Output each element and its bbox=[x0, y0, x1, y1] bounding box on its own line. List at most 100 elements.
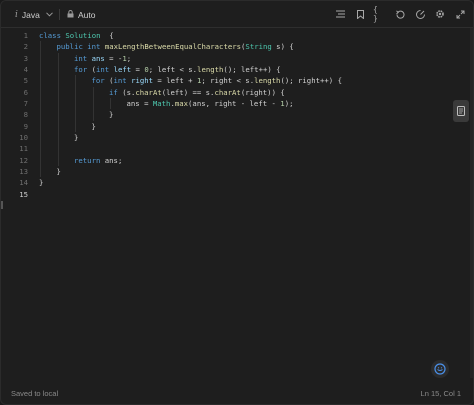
code-token: ; bbox=[126, 53, 132, 63]
indent-guide bbox=[57, 75, 59, 87]
code-line[interactable]: 12 return ans; bbox=[1, 154, 473, 167]
line-number: 9 bbox=[23, 121, 28, 131]
line-number: 3 bbox=[23, 53, 28, 63]
indent-guide bbox=[40, 41, 41, 53]
code-token: Math bbox=[152, 99, 171, 109]
code-token: (s. bbox=[122, 87, 136, 97]
code-token: right bbox=[131, 76, 154, 86]
code-token: left bbox=[113, 65, 132, 75]
indent-guide bbox=[40, 166, 41, 178]
code-area[interactable]: 1 class Solution {2 public int maxLengthBe… bbox=[1, 30, 473, 380]
code-token: for bbox=[74, 65, 92, 75]
line-number: 12 bbox=[19, 155, 28, 165]
code-token: } bbox=[109, 110, 114, 120]
braces-icon[interactable]: { } bbox=[373, 5, 387, 23]
code-text: } bbox=[74, 132, 78, 143]
code-token: length bbox=[254, 76, 281, 86]
indent-guide bbox=[57, 143, 59, 155]
indent-guide bbox=[92, 109, 94, 121]
code-line[interactable]: 8} bbox=[1, 109, 473, 121]
code-token: s) { bbox=[271, 42, 294, 52]
reset-icon[interactable] bbox=[393, 6, 407, 22]
chat-icon[interactable] bbox=[431, 360, 449, 378]
format-icon[interactable] bbox=[333, 6, 347, 22]
indent-guide bbox=[57, 132, 59, 144]
line-number: 4 bbox=[23, 65, 28, 75]
line-number: 15 bbox=[19, 189, 28, 199]
code-token: ans; bbox=[104, 155, 123, 165]
code-line[interactable]: 7 ans = Math.max(ans, right - left - 1); bbox=[1, 98, 473, 110]
code-token: (right)) { bbox=[240, 87, 285, 97]
line-number: 1 bbox=[23, 31, 28, 40]
code-token: length bbox=[197, 65, 224, 75]
indent-guide bbox=[40, 86, 41, 99]
line-number: 11 bbox=[19, 144, 28, 154]
indent-guide bbox=[40, 154, 41, 167]
indent-guide bbox=[40, 143, 41, 155]
code-text: } bbox=[39, 177, 43, 188]
code-line[interactable]: 3 int ans = -1; bbox=[1, 52, 473, 65]
code-token: ; right < s. bbox=[201, 76, 255, 86]
code-token: public int bbox=[56, 42, 105, 52]
scrollbar-track[interactable] bbox=[470, 28, 473, 378]
code-token: (left) == s. bbox=[161, 87, 215, 97]
indent-guide bbox=[57, 52, 59, 65]
language-select[interactable]: i Java bbox=[15, 7, 53, 22]
settings-icon[interactable] bbox=[433, 6, 447, 22]
line-number: 10 bbox=[19, 133, 28, 143]
code-line[interactable]: 13} bbox=[1, 166, 473, 178]
indent-guide bbox=[57, 120, 59, 133]
code-token: charAt bbox=[135, 87, 162, 97]
code-token: ans bbox=[91, 53, 105, 63]
code-token: (ans, right - left - bbox=[188, 99, 281, 109]
code-text: public int maxLengthBetweenEqualCharacte… bbox=[57, 41, 294, 52]
mode-select[interactable]: Auto bbox=[67, 7, 96, 22]
code-line[interactable]: 11 bbox=[1, 143, 473, 155]
line-number: 14 bbox=[19, 178, 28, 188]
code-token: = - bbox=[104, 53, 123, 63]
indent-guide bbox=[40, 98, 41, 110]
indent-guide bbox=[57, 86, 59, 99]
resize-handle[interactable] bbox=[1, 201, 3, 209]
code-line[interactable]: 2 public int maxLengthBetweenEqualCharact… bbox=[1, 41, 473, 53]
editor-toolbar: i Java Auto { } bbox=[1, 1, 473, 28]
code-token: } bbox=[39, 178, 44, 188]
code-editor[interactable]: i Java Auto { } 1 class Solution {2 pub… bbox=[0, 0, 474, 405]
code-token: Solution bbox=[65, 31, 101, 40]
code-line[interactable]: 4 for (int left = 0; left < s.length(); l… bbox=[1, 64, 473, 76]
code-token: maxLengthBetweenEqualCharacters bbox=[104, 42, 242, 52]
indent-guide bbox=[110, 98, 111, 110]
cursor-position[interactable]: Ln 15, Col 1 bbox=[421, 389, 461, 398]
code-line[interactable]: 14} bbox=[1, 177, 473, 188]
language-label: Java bbox=[21, 9, 40, 20]
bookmark-icon[interactable] bbox=[353, 6, 367, 22]
indent-guide bbox=[57, 109, 59, 121]
code-token: String bbox=[245, 42, 272, 52]
indent-guide bbox=[40, 75, 41, 87]
code-text: class Solution { bbox=[39, 30, 114, 41]
code-token: class bbox=[39, 31, 66, 40]
expand-icon[interactable] bbox=[453, 6, 467, 22]
code-line[interactable]: 1 class Solution { bbox=[1, 30, 473, 41]
line-number: 5 bbox=[23, 76, 28, 86]
side-panel-toggle[interactable] bbox=[453, 100, 469, 122]
code-token: } bbox=[74, 133, 79, 143]
status-bar: Saved to local Ln 15, Col 1 bbox=[1, 382, 473, 404]
code-text: int ans = -1; bbox=[74, 53, 131, 64]
run-icon[interactable] bbox=[413, 6, 427, 22]
code-line[interactable]: 6 if (s.charAt(left) == s.charAt(right)) … bbox=[1, 86, 473, 99]
code-line[interactable]: 15 bbox=[1, 189, 473, 200]
indent-guide bbox=[40, 132, 41, 144]
code-line[interactable]: 9} bbox=[1, 120, 473, 133]
line-number: 6 bbox=[23, 87, 28, 97]
code-text: } bbox=[57, 166, 61, 177]
indent-guide bbox=[75, 109, 76, 121]
code-text: if (s.charAt(left) == s.charAt(right)) { bbox=[109, 87, 285, 98]
code-line[interactable]: 5 for (int right = left + 1; right < s.le… bbox=[1, 75, 473, 87]
code-line[interactable]: 10} bbox=[1, 132, 473, 144]
indent-guide bbox=[40, 52, 41, 65]
code-token: (); right++) { bbox=[280, 76, 342, 86]
save-status: Saved to local bbox=[11, 389, 59, 398]
toolbar-actions: { } bbox=[333, 5, 467, 23]
code-token: = left + bbox=[153, 76, 197, 86]
